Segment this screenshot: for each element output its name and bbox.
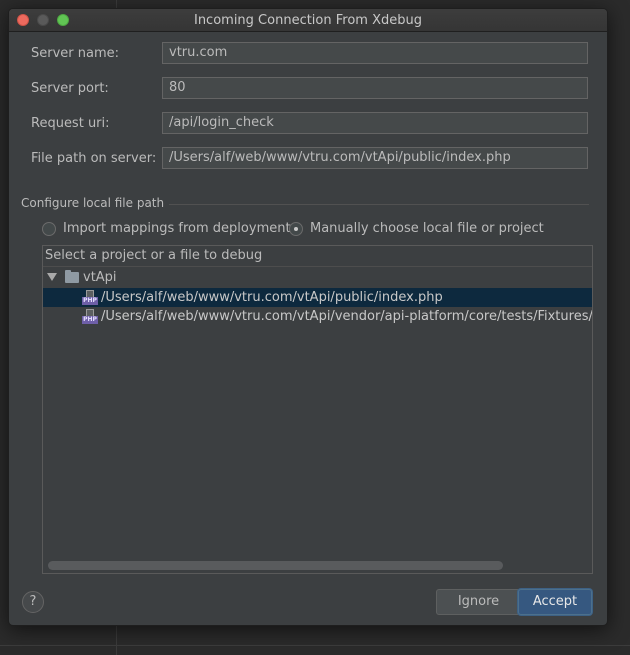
background-divider-horizontal [0, 645, 630, 646]
window-title: Incoming Connection From Xdebug [193, 13, 422, 28]
tree-item-label: /Users/alf/web/www/vtru.com/vtApi/vendor… [101, 309, 593, 324]
import-mappings-label[interactable]: Import mappings from deployment [63, 221, 291, 236]
tree-item-public-index[interactable]: PHP /Users/alf/web/www/vtru.com/vtApi/pu… [43, 288, 592, 307]
help-button[interactable]: ? [22, 591, 44, 613]
accept-button[interactable]: Accept [518, 589, 592, 615]
title-bar[interactable]: Incoming Connection From Xdebug [9, 9, 607, 32]
server-port-field[interactable]: 80 [162, 77, 588, 99]
horizontal-scrollbar[interactable] [48, 561, 503, 570]
tree-root-label: vtApi [83, 270, 117, 285]
server-name-label: Server name: [31, 46, 120, 61]
ignore-button[interactable]: Ignore [436, 589, 521, 615]
manual-choose-label[interactable]: Manually choose local file or project [310, 221, 544, 236]
request-uri-field[interactable]: /api/login_check [162, 112, 588, 134]
section-title: Configure local file path [21, 196, 165, 210]
php-file-icon: PHP [82, 309, 98, 324]
project-file-tree: Select a project or a file to debug vtAp… [42, 245, 593, 574]
xdebug-dialog: Incoming Connection From Xdebug Server n… [8, 8, 608, 626]
file-path-label: File path on server: [31, 151, 157, 166]
folder-icon [65, 270, 79, 283]
tree-item-label: /Users/alf/web/www/vtru.com/vtApi/public… [101, 290, 443, 305]
server-name-field[interactable]: vtru.com [162, 42, 588, 64]
tree-item-fixtures-index[interactable]: PHP /Users/alf/web/www/vtru.com/vtApi/ve… [43, 307, 592, 326]
expand-caret-icon[interactable] [47, 273, 57, 281]
manual-choose-radio[interactable] [289, 222, 303, 236]
file-path-field[interactable]: /Users/alf/web/www/vtru.com/vtApi/public… [162, 147, 588, 169]
tree-header: Select a project or a file to debug [45, 248, 263, 263]
request-uri-label: Request uri: [31, 116, 110, 131]
tree-header-divider [43, 266, 592, 267]
php-file-icon: PHP [82, 290, 98, 305]
section-divider [169, 204, 589, 205]
tree-root-vtapi[interactable]: vtApi [43, 269, 592, 287]
server-port-label: Server port: [31, 81, 109, 96]
import-mappings-radio[interactable] [42, 222, 56, 236]
